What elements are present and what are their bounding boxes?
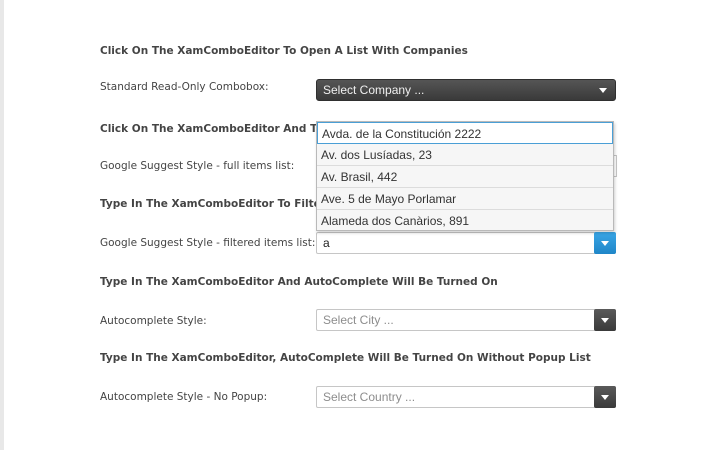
section-heading-full-list: Click On The XamComboEditor And Type T [100, 123, 349, 135]
dropdown-item[interactable]: Ave. 5 de Mayo Porlamar [317, 188, 613, 210]
dropdown-item[interactable]: Avda. de la Constitución 2222 [317, 122, 613, 144]
label-standard-readonly: Standard Read-Only Combobox: [100, 81, 269, 93]
country-combobox-placeholder[interactable]: Select Country ... [323, 387, 415, 407]
label-google-filtered: Google Suggest Style - filtered items li… [100, 237, 316, 249]
filtered-combobox[interactable]: a [316, 232, 616, 254]
filtered-combobox-dropdown-button[interactable] [594, 232, 616, 254]
dropdown-item[interactable]: Av. dos Lusíadas, 23 [317, 144, 613, 166]
label-google-full: Google Suggest Style - full items list: [100, 160, 295, 172]
city-combobox-placeholder[interactable]: Select City ... [323, 310, 394, 330]
city-combobox-dropdown-button[interactable] [594, 309, 616, 331]
filtered-combobox-input[interactable]: a [323, 233, 330, 253]
country-combobox[interactable]: Select Country ... [316, 386, 616, 408]
section-heading-autocomplete: Type In The XamComboEditor And AutoCompl… [100, 276, 498, 288]
city-combobox[interactable]: Select City ... [316, 309, 616, 331]
dropdown-item[interactable]: Av. Brasil, 442 [317, 166, 613, 188]
label-autocomplete-no-popup: Autocomplete Style - No Popup: [100, 391, 268, 403]
section-heading-filter: Type In The XamComboEditor To Filter A [100, 198, 338, 210]
chevron-down-icon [601, 240, 609, 246]
chevron-down-icon [601, 317, 609, 323]
dropdown-list: Avda. de la Constitución 2222 Av. dos Lu… [316, 121, 614, 231]
section-heading-company: Click On The XamComboEditor To Open A Li… [100, 45, 468, 57]
chevron-down-icon [599, 88, 607, 93]
company-combobox[interactable]: Select Company ... [316, 79, 616, 101]
section-heading-no-popup: Type In The XamComboEditor, AutoComplete… [100, 352, 591, 364]
chevron-down-icon [601, 394, 609, 400]
dropdown-item[interactable]: Alameda dos Canàrios, 891 [317, 210, 613, 232]
window-left-edge [0, 0, 4, 450]
country-combobox-dropdown-button[interactable] [594, 386, 616, 408]
company-combobox-text: Select Company ... [323, 83, 425, 97]
label-autocomplete: Autocomplete Style: [100, 315, 207, 327]
